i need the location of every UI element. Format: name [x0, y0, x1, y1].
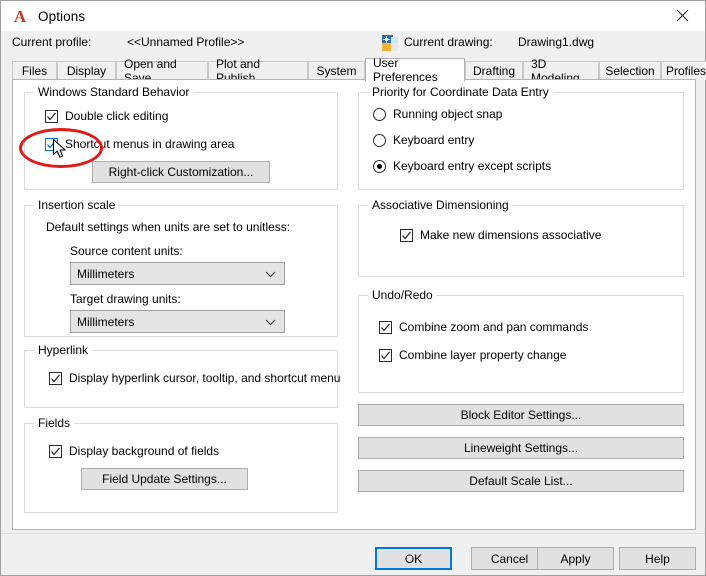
tab-files[interactable]: Files: [12, 61, 57, 80]
current-drawing-value: Drawing1.dwg: [518, 35, 594, 49]
group-insertion-scale: Insertion scale Default settings when un…: [24, 205, 338, 337]
checkbox-combine-layer-property-change[interactable]: Combine layer property change: [379, 348, 566, 362]
tab-display[interactable]: Display: [57, 61, 116, 80]
svg-text:A: A: [14, 7, 27, 26]
radio-dot: [377, 164, 382, 169]
checkbox-label: Make new dimensions associative: [420, 228, 601, 242]
current-drawing-label: Current drawing:: [404, 35, 493, 49]
footer-divider: [1, 533, 705, 534]
group-windows-standard-behavior: Windows Standard Behavior Double click e…: [24, 92, 338, 190]
target-drawing-units-select[interactable]: Millimeters: [70, 310, 285, 333]
group-title-insertion-scale: Insertion scale: [34, 198, 119, 212]
checkbox-label: Shortcut menus in drawing area: [65, 137, 234, 151]
autocad-a-logo-icon: A: [10, 6, 30, 26]
drawing-file-icon: [382, 35, 399, 51]
help-button[interactable]: Help: [619, 547, 696, 570]
group-title-fields: Fields: [34, 416, 74, 430]
checkbox-label: Display hyperlink cursor, tooltip, and s…: [69, 371, 340, 385]
right-click-customization-button[interactable]: Right-click Customization...: [92, 161, 270, 183]
target-drawing-units-label: Target drawing units:: [70, 292, 181, 306]
checkbox-label: Combine layer property change: [399, 348, 566, 362]
tab-selection[interactable]: Selection: [599, 61, 661, 80]
lineweight-settings-button[interactable]: Lineweight Settings...: [358, 437, 684, 459]
field-update-settings-button[interactable]: Field Update Settings...: [81, 468, 248, 490]
close-icon[interactable]: [660, 1, 705, 30]
radio-circle: [373, 160, 386, 173]
checkbox-make-new-dimensions-associative[interactable]: Make new dimensions associative: [400, 228, 601, 242]
default-scale-list-button[interactable]: Default Scale List...: [358, 470, 684, 492]
apply-button[interactable]: Apply: [537, 547, 614, 570]
checkbox-box: [379, 349, 392, 362]
radio-running-object-snap[interactable]: Running object snap: [373, 107, 502, 121]
current-profile-value: <<Unnamed Profile>>: [127, 35, 244, 49]
source-content-units-select[interactable]: Millimeters: [70, 262, 285, 285]
source-content-units-label: Source content units:: [70, 244, 183, 258]
ok-button[interactable]: OK: [375, 547, 452, 570]
block-editor-settings-button[interactable]: Block Editor Settings...: [358, 404, 684, 426]
insertion-scale-description: Default settings when units are set to u…: [46, 220, 290, 234]
tab-strip: Files Display Open and Save Plot and Pub…: [12, 58, 696, 80]
tab-drafting[interactable]: Drafting: [465, 61, 523, 80]
checkbox-shortcut-menus-in-drawing-area[interactable]: Shortcut menus in drawing area: [45, 137, 234, 151]
group-title-priority-coordinate-data-entry: Priority for Coordinate Data Entry: [368, 85, 553, 99]
checkbox-box: [379, 321, 392, 334]
checkbox-box: [49, 445, 62, 458]
tab-plot-and-publish[interactable]: Plot and Publish: [208, 61, 308, 80]
group-title-windows-standard-behavior: Windows Standard Behavior: [34, 85, 193, 99]
chevron-down-icon: [265, 267, 276, 281]
group-associative-dimensioning: Associative Dimensioning Make new dimens…: [358, 205, 684, 277]
checkbox-box: [45, 138, 58, 151]
group-undo-redo: Undo/Redo Combine zoom and pan commands …: [358, 295, 684, 393]
tab-user-preferences[interactable]: User Preferences: [365, 58, 465, 82]
group-title-undo-redo: Undo/Redo: [368, 288, 437, 302]
checkbox-box: [45, 110, 58, 123]
radio-keyboard-entry-except-scripts[interactable]: Keyboard entry except scripts: [373, 159, 551, 173]
checkbox-label: Double click editing: [65, 109, 168, 123]
group-title-hyperlink: Hyperlink: [34, 343, 92, 357]
checkbox-label: Combine zoom and pan commands: [399, 320, 588, 334]
radio-circle: [373, 134, 386, 147]
source-content-units-value: Millimeters: [77, 267, 134, 281]
tab-system[interactable]: System: [308, 61, 365, 80]
checkbox-display-hyperlink-cursor[interactable]: Display hyperlink cursor, tooltip, and s…: [49, 371, 340, 385]
title-bar: A Options: [1, 1, 705, 31]
group-title-associative-dimensioning: Associative Dimensioning: [368, 198, 513, 212]
target-drawing-units-value: Millimeters: [77, 315, 134, 329]
tab-open-and-save[interactable]: Open and Save: [116, 61, 208, 80]
group-fields: Fields Display background of fields Fiel…: [24, 423, 338, 513]
radio-circle: [373, 108, 386, 121]
radio-keyboard-entry[interactable]: Keyboard entry: [373, 133, 474, 147]
user-preferences-panel: Windows Standard Behavior Double click e…: [12, 79, 696, 530]
checkbox-box: [49, 372, 62, 385]
checkbox-label: Display background of fields: [69, 444, 219, 458]
profile-row: Current profile: <<Unnamed Profile>> Cur…: [1, 31, 705, 55]
window-title: Options: [38, 9, 85, 24]
checkbox-display-background-of-fields[interactable]: Display background of fields: [49, 444, 219, 458]
radio-label: Keyboard entry: [393, 133, 474, 147]
options-dialog-window: A Options Current profile: <<Unnamed Pro…: [0, 0, 706, 576]
group-hyperlink: Hyperlink Display hyperlink cursor, tool…: [24, 350, 338, 408]
chevron-down-icon: [265, 315, 276, 329]
radio-label: Keyboard entry except scripts: [393, 159, 551, 173]
checkbox-combine-zoom-and-pan[interactable]: Combine zoom and pan commands: [379, 320, 588, 334]
radio-label: Running object snap: [393, 107, 502, 121]
tab-3d-modeling[interactable]: 3D Modeling: [523, 61, 599, 80]
checkbox-double-click-editing[interactable]: Double click editing: [45, 109, 168, 123]
group-priority-coordinate-data-entry: Priority for Coordinate Data Entry Runni…: [358, 92, 684, 190]
current-profile-label: Current profile:: [12, 35, 91, 49]
checkbox-box: [400, 229, 413, 242]
tab-profiles[interactable]: Profiles: [661, 61, 706, 80]
